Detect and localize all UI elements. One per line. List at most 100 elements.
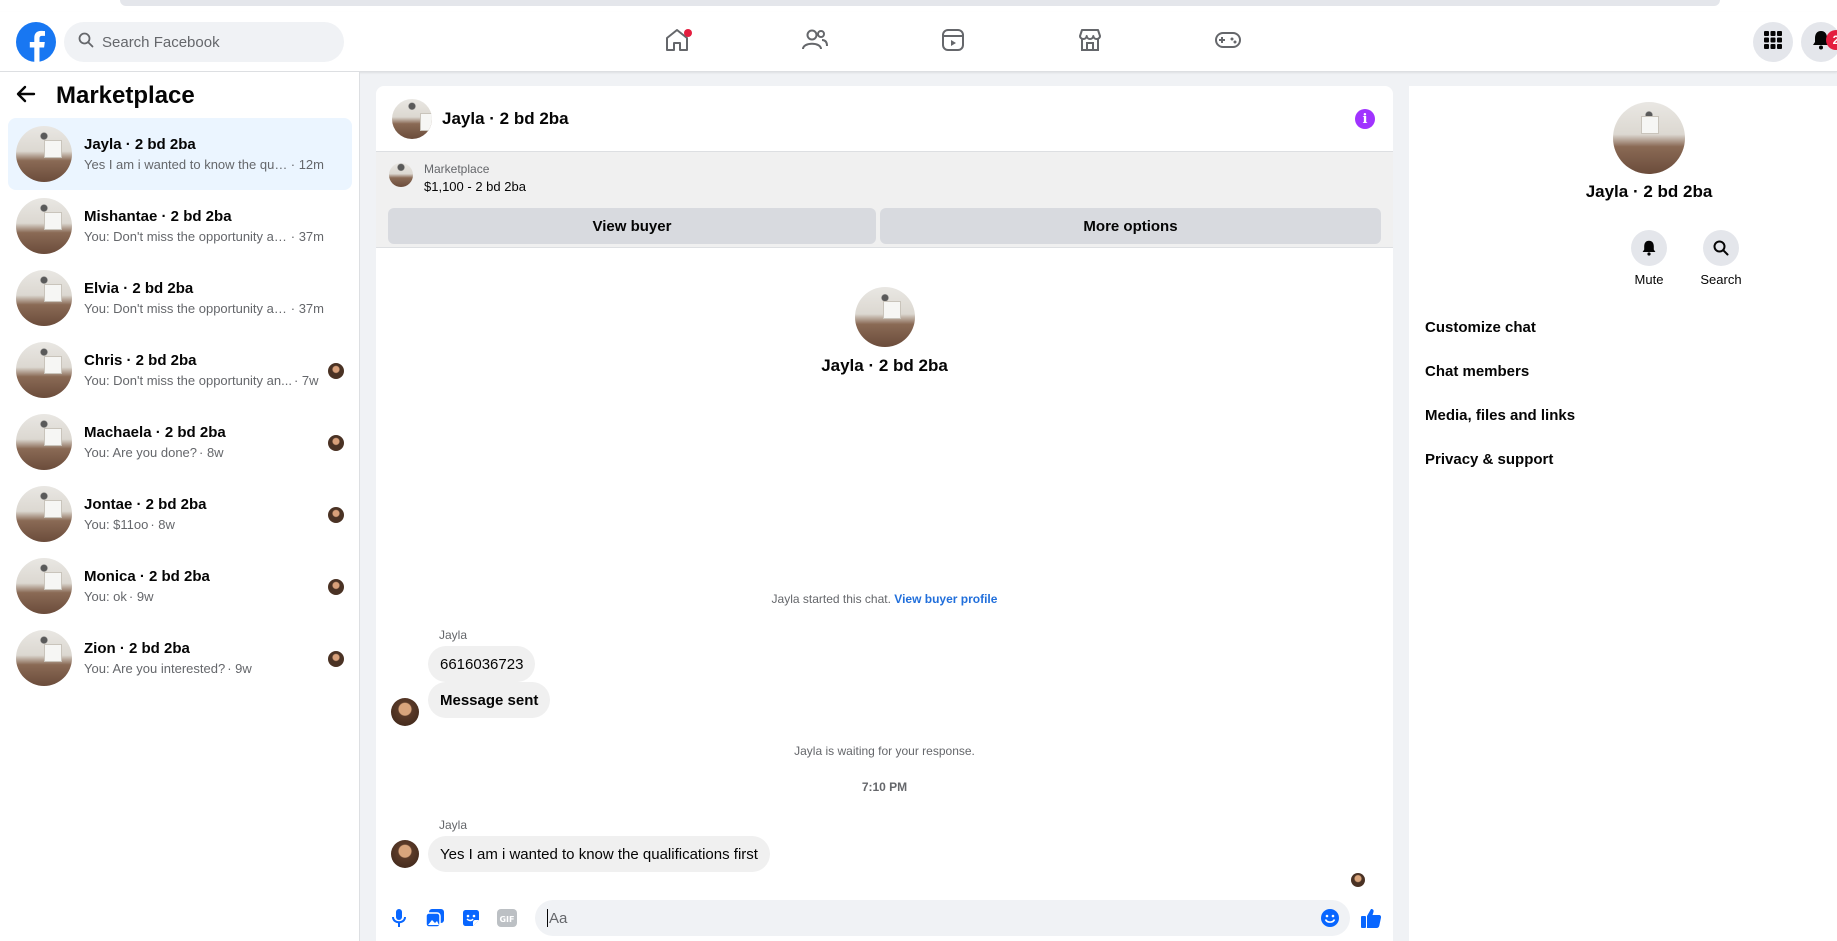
intro-avatar bbox=[855, 287, 915, 347]
search-icon[interactable] bbox=[1703, 230, 1739, 266]
back-arrow-icon[interactable] bbox=[16, 84, 36, 109]
info-icon[interactable]: i bbox=[1355, 109, 1375, 129]
listing-avatar bbox=[16, 558, 72, 614]
conversation-preview: You: $11oo bbox=[84, 517, 149, 532]
sender-avatar bbox=[391, 840, 419, 868]
conversation-time: · 9w bbox=[227, 661, 252, 676]
conversation-preview: You: Are you done? bbox=[84, 445, 198, 460]
browser-chrome-strip bbox=[0, 0, 1837, 12]
conversation-item[interactable]: Zion · 2 bd 2ba You: Are you interested?… bbox=[8, 622, 352, 694]
bell-icon[interactable] bbox=[1631, 230, 1667, 266]
top-navigation: Search Facebook 2 bbox=[0, 12, 1837, 72]
chat-panel: Jayla · 2 bd 2ba i Marketplace $1,100 - … bbox=[376, 86, 1393, 941]
seen-avatar bbox=[328, 435, 344, 451]
conversation-name: Chris · 2 bd 2ba bbox=[84, 352, 197, 369]
photo-icon[interactable] bbox=[424, 907, 446, 929]
svg-text:GIF: GIF bbox=[499, 915, 514, 924]
tab-home[interactable] bbox=[622, 18, 732, 66]
menu-button[interactable] bbox=[1753, 22, 1793, 62]
listing-banner: Marketplace $1,100 - 2 bd 2ba View buyer… bbox=[376, 152, 1393, 248]
chat-members-item[interactable]: Chat members bbox=[1425, 363, 1529, 380]
info-avatar bbox=[1613, 102, 1685, 174]
sticker-icon[interactable] bbox=[460, 907, 482, 929]
address-bar-edge bbox=[120, 0, 1720, 6]
microphone-icon[interactable] bbox=[388, 907, 410, 929]
mute-label: Mute bbox=[1634, 272, 1664, 287]
grid-menu-icon bbox=[1763, 30, 1783, 55]
tab-gaming[interactable] bbox=[1173, 18, 1283, 66]
listing-avatar bbox=[16, 198, 72, 254]
chat-avatar[interactable] bbox=[392, 98, 432, 139]
sidebar-title: Marketplace bbox=[56, 82, 195, 109]
message-bubble[interactable]: Message sent bbox=[428, 682, 551, 718]
more-options-button[interactable]: More options bbox=[880, 208, 1381, 244]
gif-icon[interactable]: GIF bbox=[496, 907, 518, 929]
search-placeholder: Search Facebook bbox=[102, 33, 220, 51]
seen-avatar bbox=[328, 363, 344, 379]
message-bubble[interactable]: Yes I am i wanted to know the qualificat… bbox=[428, 836, 770, 872]
media-files-links-item[interactable]: Media, files and links bbox=[1425, 407, 1575, 424]
message-composer: GIF Aa bbox=[376, 897, 1393, 941]
sender-label: Jayla bbox=[439, 818, 468, 832]
waiting-notice: Jayla is waiting for your response. bbox=[794, 744, 975, 758]
sidebar-header: Marketplace bbox=[16, 82, 195, 110]
conversation-name: Elvia · 2 bd 2ba bbox=[84, 280, 194, 297]
search-input[interactable]: Search Facebook bbox=[64, 22, 344, 62]
emoji-icon[interactable] bbox=[1319, 907, 1341, 929]
chat-header: Jayla · 2 bd 2ba i bbox=[376, 86, 1393, 152]
tab-marketplace[interactable] bbox=[1035, 18, 1145, 66]
view-buyer-button[interactable]: View buyer bbox=[388, 208, 876, 244]
listing-price-title[interactable]: $1,100 - 2 bd 2ba bbox=[424, 179, 526, 194]
privacy-support-item[interactable]: Privacy & support bbox=[1425, 451, 1553, 468]
view-buyer-profile-link[interactable]: View buyer profile bbox=[894, 592, 997, 606]
started-text: Jayla started this chat. bbox=[771, 592, 891, 606]
thumbs-up-icon[interactable] bbox=[1360, 907, 1382, 929]
conversation-item[interactable]: Monica · 2 bd 2ba You: ok · 9w bbox=[8, 550, 352, 622]
chat-title[interactable]: Jayla · 2 bd 2ba bbox=[442, 109, 569, 129]
tab-friends[interactable] bbox=[760, 18, 870, 66]
customize-chat-item[interactable]: Customize chat bbox=[1425, 319, 1536, 336]
conversation-item[interactable]: Elvia · 2 bd 2ba You: Don't miss the opp… bbox=[8, 262, 352, 334]
seen-avatar bbox=[328, 651, 344, 667]
chat-started-notice: Jayla started this chat. View buyer prof… bbox=[376, 592, 1393, 606]
listing-avatar bbox=[16, 630, 72, 686]
conversation-item[interactable]: Jayla · 2 bd 2ba Yes I am i wanted to kn… bbox=[8, 118, 352, 190]
conversation-preview: You: Don't miss the opportunity and... bbox=[84, 229, 289, 244]
message-bubble[interactable]: 6616036723 bbox=[428, 646, 536, 682]
search-action[interactable]: Search bbox=[1691, 230, 1751, 287]
listing-avatar bbox=[16, 414, 72, 470]
conversation-time: · 12m bbox=[290, 157, 324, 172]
conversation-preview: Yes I am i wanted to know the qualif... bbox=[84, 157, 289, 172]
conversation-time: · 8w bbox=[199, 445, 224, 460]
search-label: Search bbox=[1700, 272, 1742, 287]
conversation-preview: You: ok bbox=[84, 589, 127, 604]
facebook-logo[interactable] bbox=[16, 22, 56, 62]
conversation-list: Jayla · 2 bd 2ba Yes I am i wanted to kn… bbox=[8, 118, 352, 694]
text-caret bbox=[547, 909, 548, 927]
timestamp: 7:10 PM bbox=[861, 780, 908, 794]
conversation-item[interactable]: Jontae · 2 bd 2ba You: $11oo · 8w bbox=[8, 478, 352, 550]
message-input[interactable]: Aa bbox=[535, 900, 1350, 936]
conversation-name: Jontae · 2 bd 2ba bbox=[84, 496, 207, 513]
conversation-item[interactable]: Mishantae · 2 bd 2ba You: Don't miss the… bbox=[8, 190, 352, 262]
conversation-time: · 7w bbox=[293, 373, 319, 388]
friends-icon bbox=[801, 27, 829, 58]
conversation-name: Monica · 2 bd 2ba bbox=[84, 568, 210, 585]
listing-thumbnail bbox=[389, 163, 413, 187]
listing-label: Marketplace bbox=[424, 162, 490, 176]
conversation-item[interactable]: Chris · 2 bd 2ba You: Don't miss the opp… bbox=[8, 334, 352, 406]
conversation-info-panel: Jayla · 2 bd 2ba Mute Search Customize c… bbox=[1409, 86, 1837, 941]
info-name: Jayla · 2 bd 2ba bbox=[1585, 182, 1713, 201]
intro-name: Jayla · 2 bd 2ba bbox=[821, 356, 948, 375]
listing-avatar bbox=[16, 342, 72, 398]
tab-watch[interactable] bbox=[898, 18, 1008, 66]
conversation-preview: You: Don't miss the opportunity an... bbox=[84, 373, 292, 388]
sender-label: Jayla bbox=[439, 628, 468, 642]
conversation-item[interactable]: Machaela · 2 bd 2ba You: Are you done? · … bbox=[8, 406, 352, 478]
mute-action[interactable]: Mute bbox=[1619, 230, 1679, 287]
message-placeholder: Aa bbox=[549, 909, 568, 927]
watch-icon bbox=[940, 27, 966, 58]
listing-avatar bbox=[16, 126, 72, 182]
read-receipt-avatar bbox=[1351, 873, 1365, 887]
seen-avatar bbox=[328, 579, 344, 595]
